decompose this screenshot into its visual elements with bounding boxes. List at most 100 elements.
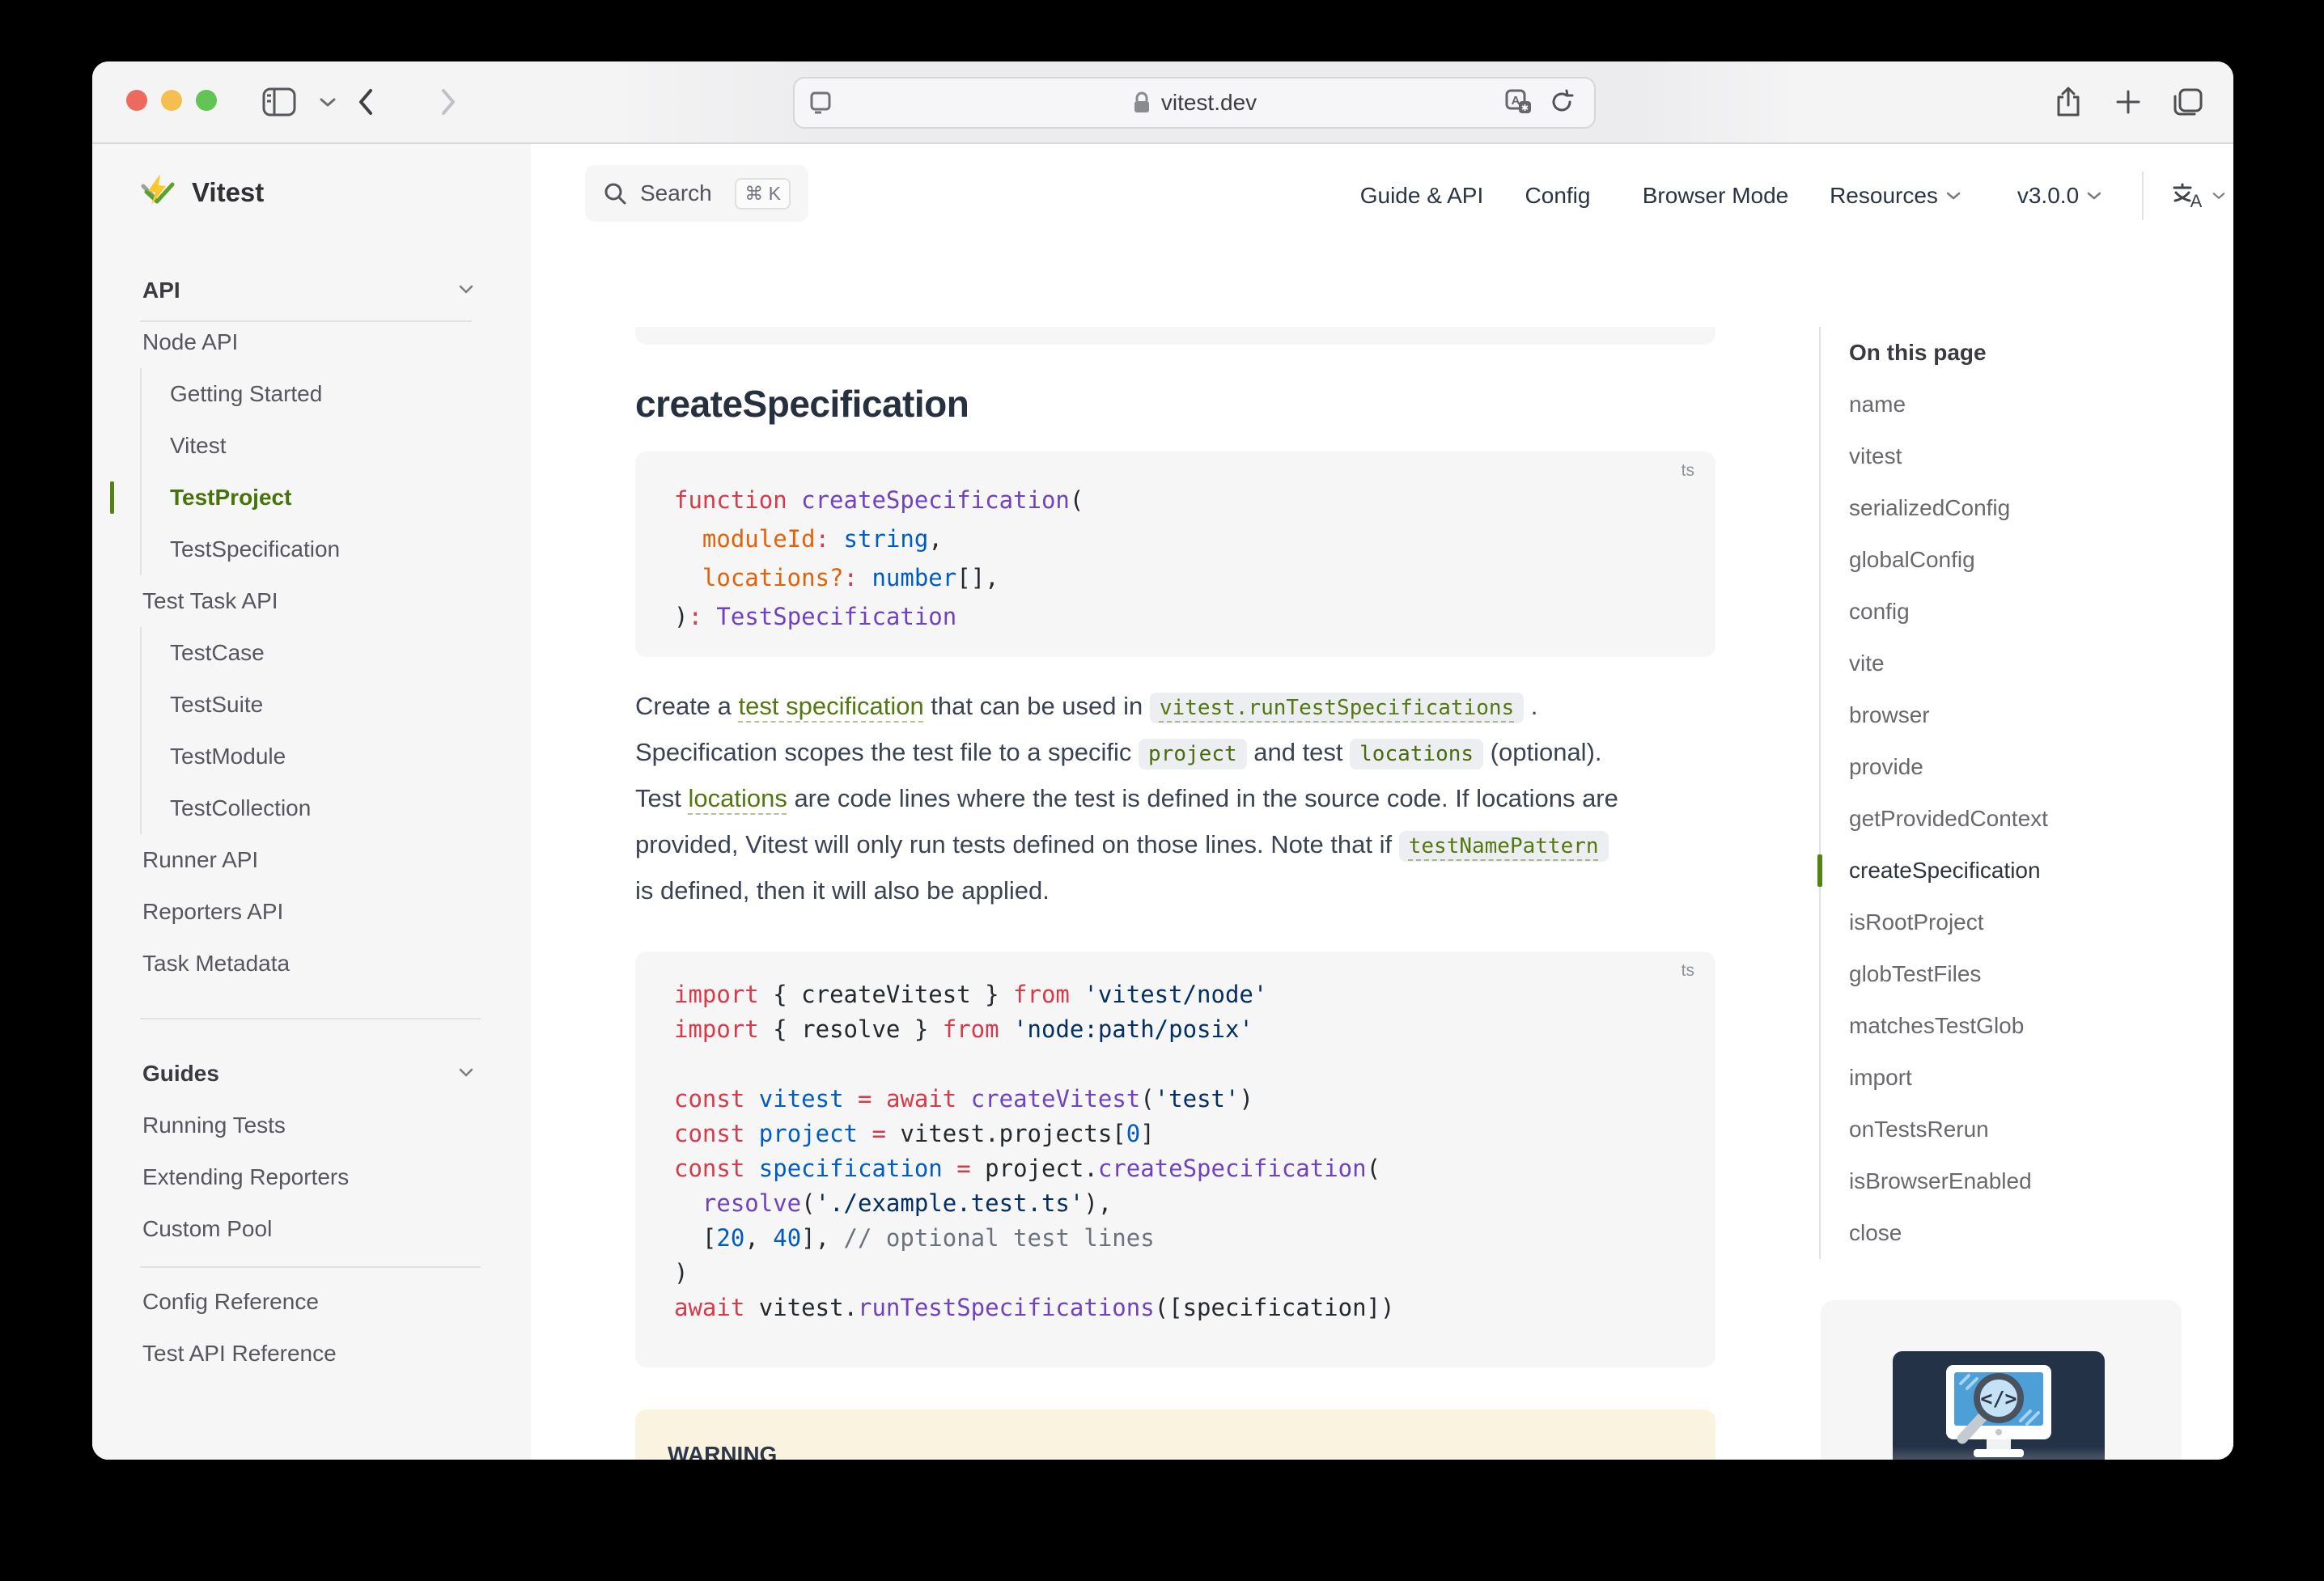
text-segment: Specification scopes the test file to a … (635, 738, 1139, 766)
sidebar: Vitest APINode APIGetting StartedVitestT… (92, 144, 531, 1460)
sidebar-item-testmodule[interactable]: TestModule (142, 731, 531, 782)
nav-dropdown-version[interactable]: v3.0.0 (2017, 170, 2101, 222)
sidebar-item-getting-started[interactable]: Getting Started (142, 368, 531, 420)
previous-code-block-tail (635, 327, 1715, 345)
code-line: import { resolve } from 'node:path/posix… (674, 1012, 1691, 1047)
sidebar-item-reporters-api[interactable]: Reporters API (92, 886, 531, 938)
code-line: import { createVitest } from 'vitest/nod… (674, 977, 1691, 1012)
code-line: await vitest.runTestSpecifications([spec… (674, 1291, 1691, 1325)
translate-icon[interactable]: A✱ (1505, 89, 1533, 117)
sponsor-card[interactable]: </> (1821, 1300, 2182, 1460)
chevron-down-icon (458, 284, 474, 295)
sidebar-item-node-api[interactable]: Node API (92, 316, 531, 368)
toc-item-import[interactable]: import (1849, 1052, 2207, 1104)
text-segment: and test (1247, 738, 1351, 766)
tabs-overview-icon[interactable] (2169, 61, 2207, 142)
search-icon (603, 181, 627, 206)
sidebar-section-guides[interactable]: Guides (92, 1048, 531, 1100)
vitest-logo[interactable]: Vitest (138, 173, 264, 212)
paragraph-line: Test locations are code lines where the … (635, 775, 1768, 821)
inline-link[interactable]: test specification (739, 692, 924, 720)
sidebar-item-runner-api[interactable]: Runner API (92, 834, 531, 886)
code-language-badge: ts (1682, 461, 1694, 481)
sidebar-item-testspecification[interactable]: TestSpecification (142, 523, 531, 575)
back-icon[interactable] (350, 61, 382, 142)
toc-item-vitest[interactable]: vitest (1849, 430, 2207, 482)
code-line: [20, 40], // optional test lines (674, 1221, 1691, 1256)
inline-code-link[interactable]: testNamePattern (1399, 831, 1609, 862)
svg-text:A: A (1512, 94, 1520, 108)
text-segment: . (1524, 692, 1537, 720)
code-line: ) (674, 1256, 1691, 1291)
sidebar-item-config-reference[interactable]: Config Reference (92, 1276, 531, 1328)
text-segment: is defined, then it will also be applied… (635, 876, 1050, 905)
code-line: resolve('./example.test.ts'), (674, 1186, 1691, 1221)
search-shortcut: ⌘ K (735, 178, 791, 210)
minimize-window-button[interactable] (161, 90, 182, 111)
toc-item-name[interactable]: name (1849, 379, 2207, 430)
sidebar-item-vitest[interactable]: Vitest (142, 420, 531, 472)
search-button[interactable]: Search ⌘ K (585, 165, 808, 222)
sidebar-item-task-metadata[interactable]: Task Metadata (92, 938, 531, 990)
share-icon[interactable] (2050, 61, 2086, 142)
sidebar-item-custom-pool[interactable]: Custom Pool (92, 1203, 531, 1255)
toc-item-getprovidedcontext[interactable]: getProvidedContext (1849, 793, 2207, 845)
toc-item-provide[interactable]: provide (1849, 741, 2207, 793)
url-text: vitest.dev (1161, 90, 1257, 116)
chevron-down-icon (458, 1067, 474, 1079)
sidebar-nav: APINode APIGetting StartedVitestTestProj… (92, 265, 531, 1380)
toc-item-config[interactable]: config (1849, 586, 2207, 638)
warning-callout: WARNING createSpecification expects reso… (635, 1409, 1715, 1460)
toc-item-isbrowserenabled[interactable]: isBrowserEnabled (1849, 1155, 2207, 1207)
svg-text:✱: ✱ (1521, 104, 1529, 113)
sidebar-section-api[interactable]: API (92, 265, 531, 316)
paragraph-line: Create a test specification that can be … (635, 683, 1768, 729)
toc-item-close[interactable]: close (1849, 1207, 2207, 1259)
inline-code-link[interactable]: vitest.runTestSpecifications (1150, 693, 1524, 723)
sidebar-item-testproject[interactable]: TestProject (142, 472, 531, 523)
chevron-down-icon[interactable] (317, 61, 338, 142)
new-tab-icon[interactable] (2110, 61, 2146, 142)
toc-item-createspecification[interactable]: createSpecification (1849, 845, 2207, 896)
nav-link-guide-api[interactable]: Guide & API (1360, 170, 1484, 222)
text-segment: Create a (635, 692, 739, 720)
toc-item-globtestfiles[interactable]: globTestFiles (1849, 948, 2207, 1000)
code-block-signature: ts function createSpecification( moduleI… (635, 451, 1715, 657)
toc-item-matchestestglob[interactable]: matchesTestGlob (1849, 1000, 2207, 1052)
toc-item-isrootproject[interactable]: isRootProject (1849, 896, 2207, 948)
chevron-down-icon (1946, 191, 1961, 201)
toc-item-globalconfig[interactable]: globalConfig (1849, 534, 2207, 586)
warning-title: WARNING (668, 1442, 777, 1460)
toc-item-browser[interactable]: browser (1849, 689, 2207, 741)
reload-icon[interactable] (1549, 89, 1575, 115)
sidebar-item-test-task-api[interactable]: Test Task API (92, 575, 531, 627)
inline-link[interactable]: locations (688, 784, 787, 812)
toc-item-vite[interactable]: vite (1849, 638, 2207, 689)
sidebar-item-testcase[interactable]: TestCase (142, 627, 531, 679)
page-title: createSpecification (635, 382, 969, 426)
page-content: Vitest APINode APIGetting StartedVitestT… (92, 144, 2233, 1460)
sidebar-item-test-api-reference[interactable]: Test API Reference (92, 1328, 531, 1380)
maximize-window-button[interactable] (196, 90, 217, 111)
svg-text:A: A (2190, 191, 2203, 210)
toc-title: On this page (1849, 327, 2207, 379)
language-icon[interactable]: A (2172, 170, 2225, 222)
sidebar-item-extending-reporters[interactable]: Extending Reporters (92, 1151, 531, 1203)
page-format-icon[interactable] (808, 90, 833, 116)
nav-dropdown-resources[interactable]: Resources (1830, 170, 1961, 222)
forward-icon[interactable] (432, 61, 464, 142)
code-line: const specification = project.createSpec… (674, 1151, 1691, 1186)
toc-item-ontestsrerun[interactable]: onTestsRerun (1849, 1104, 2207, 1155)
nav-link-config[interactable]: Config (1525, 170, 1591, 222)
address-bar[interactable]: vitest.dev A✱ (793, 77, 1596, 129)
toc-item-serializedconfig[interactable]: serializedConfig (1849, 482, 2207, 534)
sidebar-item-testcollection[interactable]: TestCollection (142, 782, 531, 834)
code-line: locations?: number[], (674, 558, 1691, 597)
sidebar-item-running-tests[interactable]: Running Tests (92, 1100, 531, 1151)
nav-link-browser-mode[interactable]: Browser Mode (1643, 170, 1789, 222)
code-line: moduleId: string, (674, 519, 1691, 558)
inline-code: locations (1350, 739, 1483, 769)
close-window-button[interactable] (126, 90, 147, 111)
sidebar-item-testsuite[interactable]: TestSuite (142, 679, 531, 731)
sidebar-toggle-icon[interactable] (261, 61, 298, 142)
